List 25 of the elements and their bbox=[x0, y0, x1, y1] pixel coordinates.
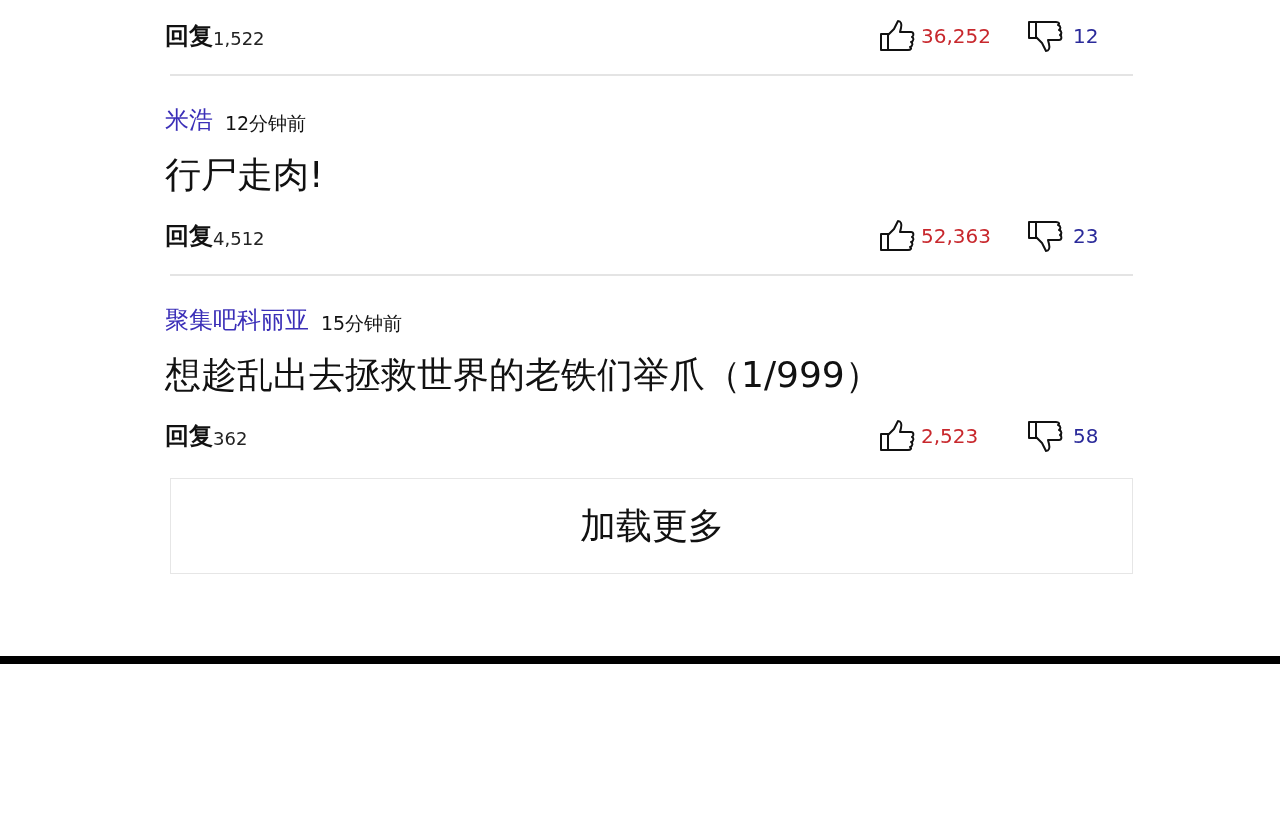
comment-text: 想趁乱出去拯救世界的老铁们举爪（1/999） bbox=[165, 353, 882, 397]
dislike-count: 23 bbox=[1073, 223, 1099, 250]
like-count: 2,523 bbox=[921, 423, 979, 450]
thumbs-up-icon[interactable] bbox=[879, 420, 915, 452]
dislike-count: 12 bbox=[1073, 23, 1099, 50]
load-more-button[interactable]: 加载更多 bbox=[170, 478, 1133, 574]
thumbs-down-icon[interactable] bbox=[1027, 420, 1063, 452]
like-count: 36,252 bbox=[921, 23, 991, 50]
reply-link[interactable]: 回复 bbox=[165, 18, 213, 54]
reply-count: 4,512 bbox=[213, 228, 265, 251]
reply-count: 362 bbox=[213, 428, 248, 451]
comment-time: 12分钟前 bbox=[225, 110, 307, 136]
username[interactable]: 聚集吧科丽亚 bbox=[165, 302, 309, 338]
thumbs-up-icon[interactable] bbox=[879, 220, 915, 252]
thumbs-up-icon[interactable] bbox=[879, 20, 915, 52]
comment-time: 15分钟前 bbox=[321, 310, 403, 336]
thumbs-down-icon[interactable] bbox=[1027, 220, 1063, 252]
username[interactable]: 米浩 bbox=[165, 102, 213, 138]
dislike-count: 58 bbox=[1073, 423, 1099, 450]
reply-link[interactable]: 回复 bbox=[165, 218, 213, 254]
reply-link[interactable]: 回复 bbox=[165, 418, 213, 454]
thumbs-down-icon[interactable] bbox=[1027, 20, 1063, 52]
reply-count: 1,522 bbox=[213, 28, 265, 51]
comment-text: 行尸走肉! bbox=[165, 153, 325, 197]
like-count: 52,363 bbox=[921, 223, 991, 250]
